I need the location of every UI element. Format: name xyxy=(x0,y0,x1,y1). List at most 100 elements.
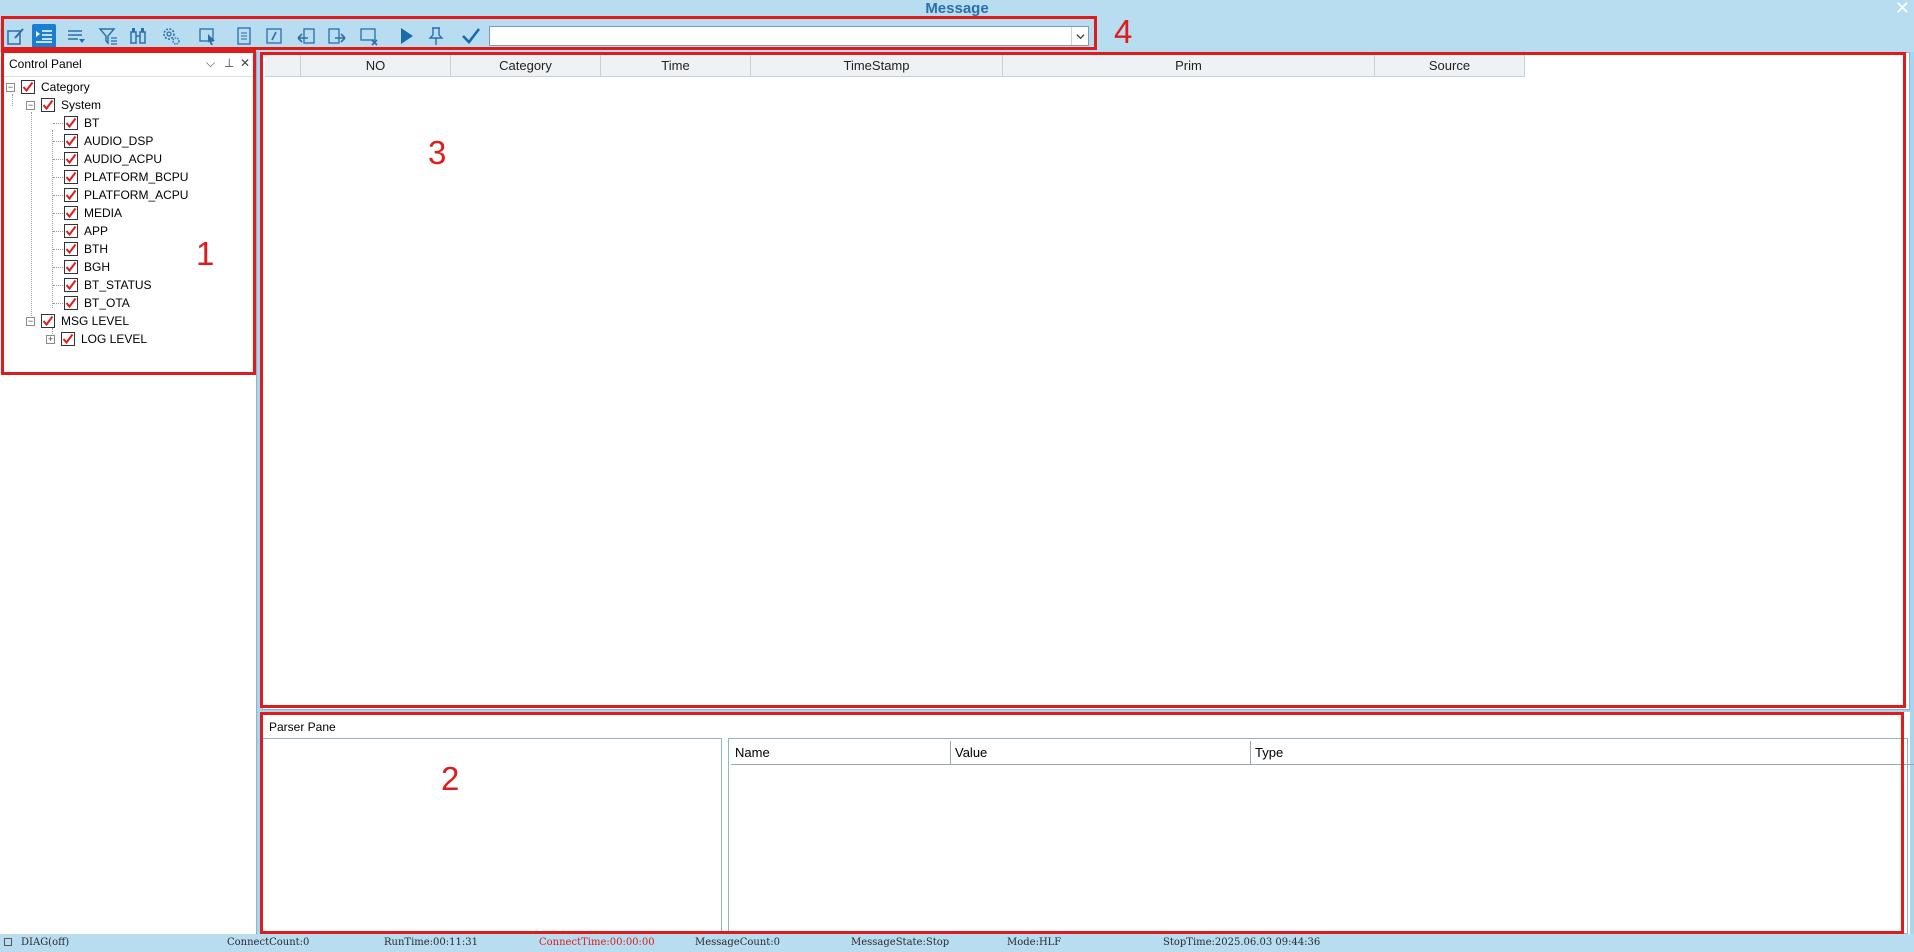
column-header[interactable]: Type xyxy=(1251,741,1914,765)
filter-icon[interactable] xyxy=(96,24,120,48)
checkbox-checked-icon[interactable] xyxy=(64,170,78,184)
status-diag: DIAG(off) xyxy=(21,937,70,948)
checkbox-checked-icon[interactable] xyxy=(41,98,55,112)
tree-label: BT_STATUS xyxy=(84,278,152,292)
tree-label: APP xyxy=(84,224,109,238)
parser-detail-grid[interactable]: Name Value Type xyxy=(728,738,1914,934)
tree-node-system-item[interactable]: BT_STATUS xyxy=(64,276,152,294)
checkbox-checked-icon[interactable] xyxy=(64,224,78,238)
parser-pane-title: Parser Pane xyxy=(269,720,336,734)
status-message-state: MessageState:Stop xyxy=(851,937,950,948)
tree-label: AUDIO_DSP xyxy=(84,134,154,148)
tree-label: PLATFORM_ACPU xyxy=(84,188,189,202)
tree-label: Category xyxy=(41,80,90,94)
column-header[interactable]: TimeStamp xyxy=(751,55,1003,77)
tree-label: BTH xyxy=(84,242,108,256)
tree-label: BT_OTA xyxy=(84,296,130,310)
checkbox-checked-icon[interactable] xyxy=(41,314,55,328)
checkbox-checked-icon[interactable] xyxy=(64,242,78,256)
tree-node-log-level[interactable]: + LOG LEVEL xyxy=(46,330,147,348)
list-dropdown-icon[interactable] xyxy=(64,24,88,48)
collapse-icon[interactable]: − xyxy=(26,316,35,326)
column-header[interactable]: Value xyxy=(951,741,1251,765)
tree-label: System xyxy=(61,98,102,112)
clear-screen-icon[interactable] xyxy=(355,24,383,48)
filter-combobox[interactable] xyxy=(489,26,1089,46)
checkbox-checked-icon[interactable] xyxy=(61,332,75,346)
play-icon[interactable] xyxy=(394,24,418,48)
annotation-label-2: 2 xyxy=(441,760,460,797)
document-icon[interactable] xyxy=(232,24,256,48)
column-header[interactable]: Prim xyxy=(1003,55,1375,77)
checkbox-checked-icon[interactable] xyxy=(64,152,78,166)
checkbox-checked-icon[interactable] xyxy=(64,278,78,292)
parser-tree-view[interactable] xyxy=(262,738,722,934)
pin-icon[interactable]: ⊥ xyxy=(224,56,234,70)
tree-label: LOG LEVEL xyxy=(81,332,148,346)
tree-node-system-item[interactable]: PLATFORM_ACPU xyxy=(64,186,188,204)
toolbar xyxy=(0,18,1914,52)
annotation-label-4: 4 xyxy=(1114,13,1133,50)
tree-node-system-item[interactable]: MEDIA xyxy=(64,204,122,222)
column-header[interactable]: Category xyxy=(451,55,601,77)
status-mode: Mode:HLF xyxy=(1007,937,1062,948)
tree-label: BT xyxy=(84,116,100,130)
message-table[interactable]: NO Category Time TimeStamp Prim Source xyxy=(262,52,1910,710)
tree-node-system-item[interactable]: APP xyxy=(64,222,108,240)
annotation-label-3: 3 xyxy=(428,134,447,171)
checkbox-checked-icon[interactable] xyxy=(64,116,78,130)
close-icon[interactable]: ✕ xyxy=(240,56,250,70)
checkbox-checked-icon[interactable] xyxy=(64,206,78,220)
status-stop-time: StopTime:2025.06.03 09:44:36 xyxy=(1163,937,1321,948)
chevron-down-icon[interactable] xyxy=(1071,27,1088,45)
select-cursor-icon[interactable] xyxy=(196,24,220,48)
column-header[interactable]: NO xyxy=(301,55,451,77)
import-icon[interactable] xyxy=(292,24,320,48)
filter-combobox-input[interactable] xyxy=(490,27,1076,45)
collapse-icon[interactable]: − xyxy=(26,100,35,110)
checkbox-checked-icon[interactable] xyxy=(64,260,78,274)
edit-icon[interactable] xyxy=(4,24,28,48)
column-header[interactable]: Time xyxy=(601,55,751,77)
tree-node-category[interactable]: − Category xyxy=(6,78,90,96)
tree-node-system-item[interactable]: BTH xyxy=(64,240,108,258)
column-header[interactable]: Name xyxy=(731,741,951,765)
list-indent-icon[interactable] xyxy=(32,24,56,48)
tree-label: BGH xyxy=(84,260,111,274)
column-header[interactable]: Source xyxy=(1375,55,1525,77)
binoculars-icon[interactable] xyxy=(126,24,150,48)
window-title: Message xyxy=(925,0,989,17)
message-table-header: NO Category Time TimeStamp Prim Source xyxy=(265,55,1525,77)
tree-node-system-item[interactable]: BT xyxy=(64,114,99,132)
tree-node-system-item[interactable]: BGH xyxy=(64,258,110,276)
column-header[interactable] xyxy=(265,55,301,77)
tree-node-system-item[interactable]: AUDIO_ACPU xyxy=(64,150,162,168)
dropdown-icon[interactable]: ⌵ xyxy=(206,56,215,71)
parser-pane: Parser Pane Name Value Type xyxy=(262,712,1914,934)
tree-node-system-item[interactable]: BT_OTA xyxy=(64,294,130,312)
close-icon[interactable]: ✕ xyxy=(1895,0,1910,17)
collapse-icon[interactable]: − xyxy=(6,82,15,92)
parser-grid-header: Name Value Type xyxy=(731,741,1914,765)
checkbox-checked-icon[interactable] xyxy=(64,188,78,202)
tree-node-system[interactable]: − System xyxy=(26,96,101,114)
checkmark-icon[interactable] xyxy=(459,24,483,48)
tree-node-system-item[interactable]: PLATFORM_BCPU xyxy=(64,168,188,186)
checkbox-checked-icon[interactable] xyxy=(64,296,78,310)
checkbox-checked-icon[interactable] xyxy=(64,134,78,148)
gear-icon[interactable] xyxy=(156,24,186,48)
tree-node-msg-level[interactable]: − MSG LEVEL xyxy=(26,312,129,330)
expand-icon[interactable]: + xyxy=(46,334,55,344)
tree-label: PLATFORM_BCPU xyxy=(84,170,189,184)
pin-icon[interactable] xyxy=(424,24,448,48)
checkbox-checked-icon[interactable] xyxy=(21,80,35,94)
tree-label: AUDIO_ACPU xyxy=(84,152,163,166)
export-icon[interactable] xyxy=(323,24,351,48)
status-message-count: MessageCount:0 xyxy=(695,937,781,948)
status-connect-time: ConnectTime:00:00:00 xyxy=(539,937,655,948)
tree-node-system-item[interactable]: AUDIO_DSP xyxy=(64,132,153,150)
note-icon[interactable] xyxy=(262,24,286,48)
control-panel-title: Control Panel xyxy=(9,57,82,71)
control-panel: Control Panel ⌵ ⊥ ✕ − Category − System … xyxy=(0,52,257,934)
tree-label: MSG LEVEL xyxy=(61,314,130,328)
